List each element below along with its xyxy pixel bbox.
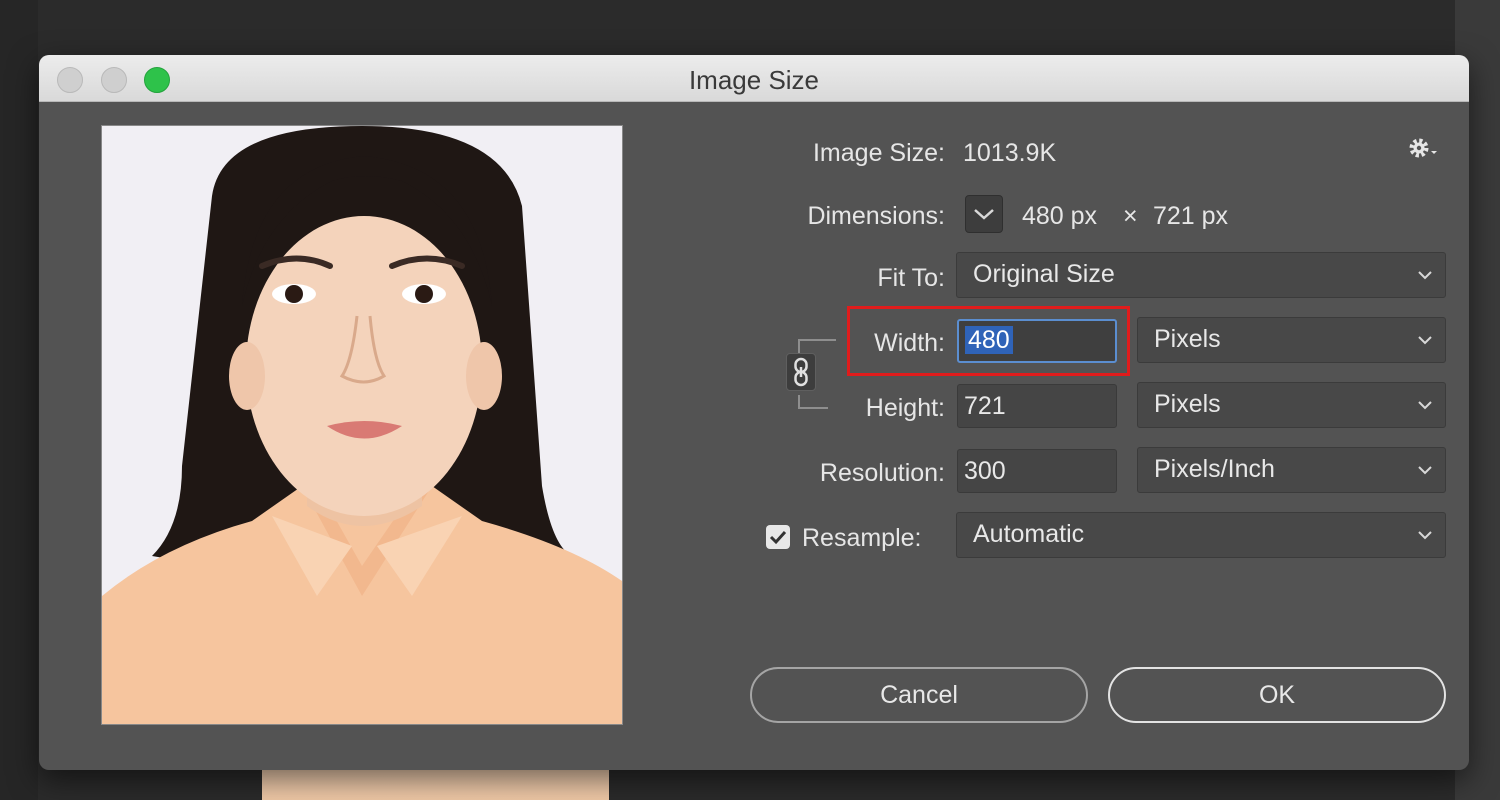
width-unit-value: Pixels [1154, 325, 1221, 353]
dimensions-label: Dimensions: [807, 202, 945, 230]
width-input-value: 480 [965, 326, 1013, 354]
fit-to-value: Original Size [973, 260, 1115, 288]
gear-icon[interactable] [1407, 135, 1439, 163]
chevron-down-icon [1418, 531, 1432, 540]
chevron-down-icon [1418, 401, 1432, 410]
height-unit-select[interactable]: Pixels [1137, 382, 1446, 428]
image-size-dialog: Image Size Image Size: 1013.9K Dimension… [39, 55, 1469, 770]
resample-select[interactable]: Automatic [956, 512, 1446, 558]
title-bar[interactable]: Image Size [39, 55, 1469, 102]
chevron-down-icon [974, 209, 994, 220]
dimensions-width: 480 px [1022, 202, 1098, 230]
resolution-input[interactable]: 300 [957, 449, 1117, 493]
dimensions-times: × [1123, 202, 1138, 230]
resample-value: Automatic [973, 520, 1085, 548]
resolution-unit-value: Pixels/Inch [1154, 455, 1275, 483]
resample-checkbox[interactable] [766, 525, 790, 549]
dialog-title: Image Size [688, 65, 820, 95]
image-size-value: 1013.9K [963, 139, 1057, 167]
dimensions-height: 721 px [1153, 202, 1229, 230]
resample-label[interactable]: Resample: [802, 524, 922, 553]
height-unit-value: Pixels [1154, 390, 1221, 418]
image-size-label: Image Size: [812, 139, 945, 167]
chevron-down-icon [1418, 336, 1432, 345]
ok-button[interactable]: OK [1108, 667, 1446, 723]
resolution-input-value: 300 [964, 457, 1006, 485]
fit-to-select[interactable]: Original Size [956, 252, 1446, 298]
height-label: Height: [865, 394, 945, 422]
background-panel-left [0, 0, 38, 800]
portrait-photo [102, 126, 622, 724]
resolution-label: Resolution: [819, 459, 945, 487]
link-icon [794, 357, 808, 387]
resolution-unit-select[interactable]: Pixels/Inch [1137, 447, 1446, 493]
fit-to-label: Fit To: [877, 264, 945, 292]
cancel-button[interactable]: Cancel [750, 667, 1088, 723]
constrain-proportions-button[interactable] [786, 353, 816, 391]
width-input[interactable]: 480 [957, 319, 1117, 363]
chevron-down-icon [1418, 271, 1432, 280]
image-preview[interactable] [101, 125, 623, 725]
chevron-down-icon [1418, 466, 1432, 475]
height-input[interactable]: 721 [957, 384, 1117, 428]
height-input-value: 721 [964, 392, 1006, 420]
checkmark-icon [769, 530, 787, 545]
width-label: Width: [874, 329, 945, 357]
dimensions-dropdown-button[interactable] [965, 195, 1003, 233]
width-unit-select[interactable]: Pixels [1137, 317, 1446, 363]
